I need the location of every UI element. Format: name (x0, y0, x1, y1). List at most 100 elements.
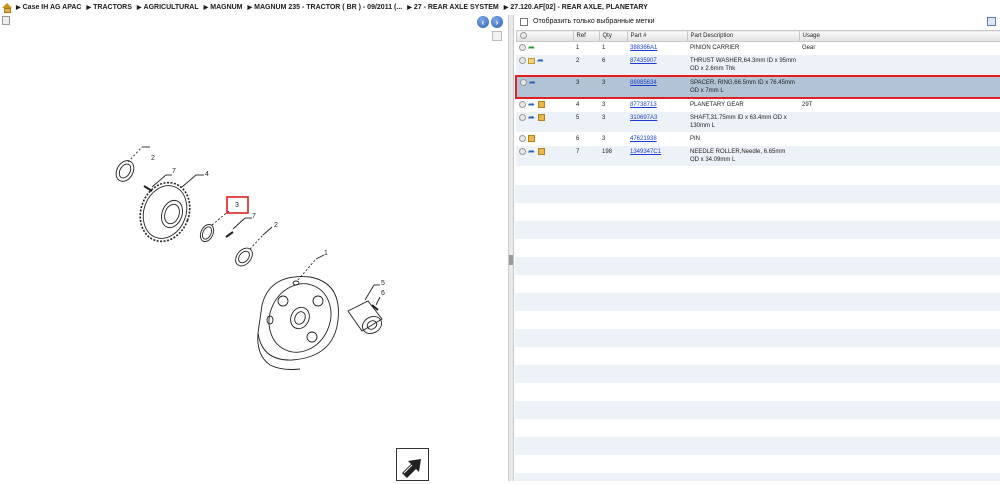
empty-row (515, 455, 1000, 473)
export-list-icon[interactable] (987, 17, 996, 26)
circle-icon[interactable] (519, 148, 526, 155)
breadcrumb-label: 27 - REAR AXLE SYSTEM (413, 4, 499, 11)
table-row-selected[interactable]: ➦ 3 3 86985634 SPACER, RING,66.5mm ID x … (515, 75, 1000, 99)
usage-cell (799, 75, 1000, 99)
description-cell: THRUST WASHER,64.3mm ID x 95mm OD x 2.6m… (687, 54, 799, 77)
description-cell: PLANETARY GEAR (687, 98, 799, 112)
qty-cell: 1 (599, 41, 627, 55)
description-cell: SHAFT,31.75mm ID x 63.4mm OD x 130mm L (687, 111, 799, 133)
callout-label[interactable]: 7 (172, 168, 176, 175)
splitter-handle[interactable] (509, 255, 513, 265)
box-icon[interactable] (538, 114, 545, 121)
empty-row (515, 275, 1000, 293)
header-part[interactable]: Part # (626, 30, 688, 42)
callout-label[interactable]: 1 (324, 250, 328, 257)
blue-arrow-icon[interactable]: ➦ (528, 148, 536, 156)
breadcrumb: ▶ Case IH AG APAC ▶ TRACTORS ▶ AGRICULTURAL… (0, 0, 1000, 15)
description-cell: PINION CARRIER (687, 41, 799, 55)
table-row[interactable]: ➦ 4 3 87738713 PLANETARY GEAR 29T (516, 98, 1000, 112)
blue-arrow-icon[interactable]: ➦ (528, 101, 536, 109)
blue-arrow-icon[interactable]: ➦ (529, 79, 537, 87)
circle-icon[interactable] (519, 57, 526, 64)
table-row[interactable]: ➦ 7 198 1349347C1 NEEDLE ROLLER,Needle, … (516, 145, 1000, 167)
ref-cell: 1 (573, 41, 599, 55)
breadcrumb-label: TRACTORS (93, 4, 132, 11)
table-row[interactable]: ➦ 1 1 388366A1 PINION CARRIER Gear (516, 41, 1000, 55)
breadcrumb-item[interactable]: ▶ MAGNUM 235 - TRACTOR ( BR ) - 09/2011 (… (248, 4, 403, 11)
part-link[interactable]: 47621938 (630, 136, 657, 142)
callout-label[interactable]: 2 (151, 155, 155, 162)
header-qty[interactable]: Qty (598, 30, 628, 42)
ref-cell: 4 (573, 98, 599, 112)
usage-cell (799, 54, 1000, 77)
empty-row (515, 473, 1000, 481)
qty-cell: 3 (599, 132, 627, 146)
breadcrumb-item[interactable]: ▶ AGRICULTURAL (137, 4, 199, 11)
breadcrumb-label: 27.120.AF[02] - REAR AXLE, PLANETARY (510, 4, 648, 11)
circle-icon[interactable] (520, 79, 527, 86)
blue-arrow-icon[interactable]: ➦ (537, 57, 545, 65)
circle-icon[interactable] (519, 44, 526, 51)
part-link[interactable]: 1349347C1 (630, 149, 661, 155)
breadcrumb-label: MAGNUM (210, 4, 243, 11)
breadcrumb-item[interactable]: ▶ Case IH AG APAC (16, 4, 82, 11)
table-row[interactable]: ➦ 5 3 310697A3 SHAFT,31.75mm ID x 63.4mm… (516, 111, 1000, 133)
callout-label[interactable]: 6 (381, 290, 385, 297)
panel-toggle-icon[interactable] (2, 16, 10, 25)
show-selected-checkbox[interactable] (520, 17, 528, 26)
folder-icon[interactable] (528, 57, 535, 64)
next-page-icon[interactable]: › (491, 16, 503, 28)
qty-cell: 3 (599, 75, 627, 99)
box-icon[interactable] (538, 101, 545, 108)
part-link[interactable]: 388366A1 (630, 45, 657, 51)
circle-icon[interactable] (519, 135, 526, 142)
breadcrumb-item[interactable]: ▶ 27 - REAR AXLE SYSTEM (407, 4, 499, 11)
needle-roller-part (143, 185, 153, 192)
usage-cell: 29T (799, 98, 1000, 112)
exploded-diagram[interactable]: 2 7 4 3 7 2 1 5 6 (0, 15, 507, 481)
table-row[interactable]: 6 3 47621938 PIN (516, 132, 1000, 146)
breadcrumb-label: AGRICULTURAL (143, 4, 199, 11)
previous-page-icon[interactable]: ‹ (477, 16, 489, 28)
callout-label[interactable]: 2 (274, 222, 278, 229)
part-link[interactable]: 86985634 (630, 80, 657, 86)
home-icon[interactable] (2, 2, 13, 13)
export-icon[interactable] (396, 448, 429, 481)
header-ref[interactable]: Ref (572, 30, 600, 42)
usage-cell (799, 111, 1000, 133)
header-description[interactable]: Part Description (686, 30, 800, 42)
empty-row (515, 203, 1000, 221)
empty-row (515, 221, 1000, 239)
table-header-row: Ref Qty Part # Part Description Usage (515, 30, 1000, 42)
usage-cell: Gear (799, 41, 1000, 55)
empty-row (515, 437, 1000, 455)
callout-label[interactable]: 7 (252, 213, 256, 220)
ref-cell: 6 (573, 132, 599, 146)
circle-icon[interactable] (519, 101, 526, 108)
breadcrumb-item[interactable]: ▶ MAGNUM (204, 4, 243, 11)
callout-label[interactable]: 5 (381, 280, 385, 287)
part-link[interactable]: 87435907 (630, 58, 657, 64)
part-link[interactable]: 87738713 (630, 102, 657, 108)
callout-label[interactable]: 4 (205, 171, 209, 178)
header-usage[interactable]: Usage (798, 30, 1000, 42)
breadcrumb-item[interactable]: ▶ 27.120.AF[02] - REAR AXLE, PLANETARY (504, 4, 648, 11)
table-row[interactable]: ➦ 2 6 87435907 THRUST WASHER,64.3mm ID x… (516, 54, 1000, 77)
green-arrow-icon[interactable]: ➦ (528, 44, 536, 52)
header-select-icon[interactable] (515, 30, 574, 42)
empty-row (515, 401, 1000, 419)
box-icon[interactable] (538, 148, 545, 155)
breadcrumb-item[interactable]: ▶ TRACTORS (87, 4, 132, 11)
circle-icon[interactable] (519, 114, 526, 121)
part-link[interactable]: 310697A3 (630, 115, 657, 121)
ref-cell: 5 (573, 111, 599, 133)
pane-splitter[interactable] (508, 15, 514, 481)
empty-row (515, 257, 1000, 275)
zoom-fit-icon[interactable] (492, 31, 502, 41)
empty-row (515, 365, 1000, 383)
box-icon[interactable] (528, 135, 535, 142)
callout-label[interactable]: 3 (235, 202, 239, 209)
blue-arrow-icon[interactable]: ➦ (528, 114, 536, 122)
pinion-carrier-part (257, 276, 339, 370)
description-cell: NEEDLE ROLLER,Needle, 6.65mm OD x 34.09m… (687, 145, 799, 167)
